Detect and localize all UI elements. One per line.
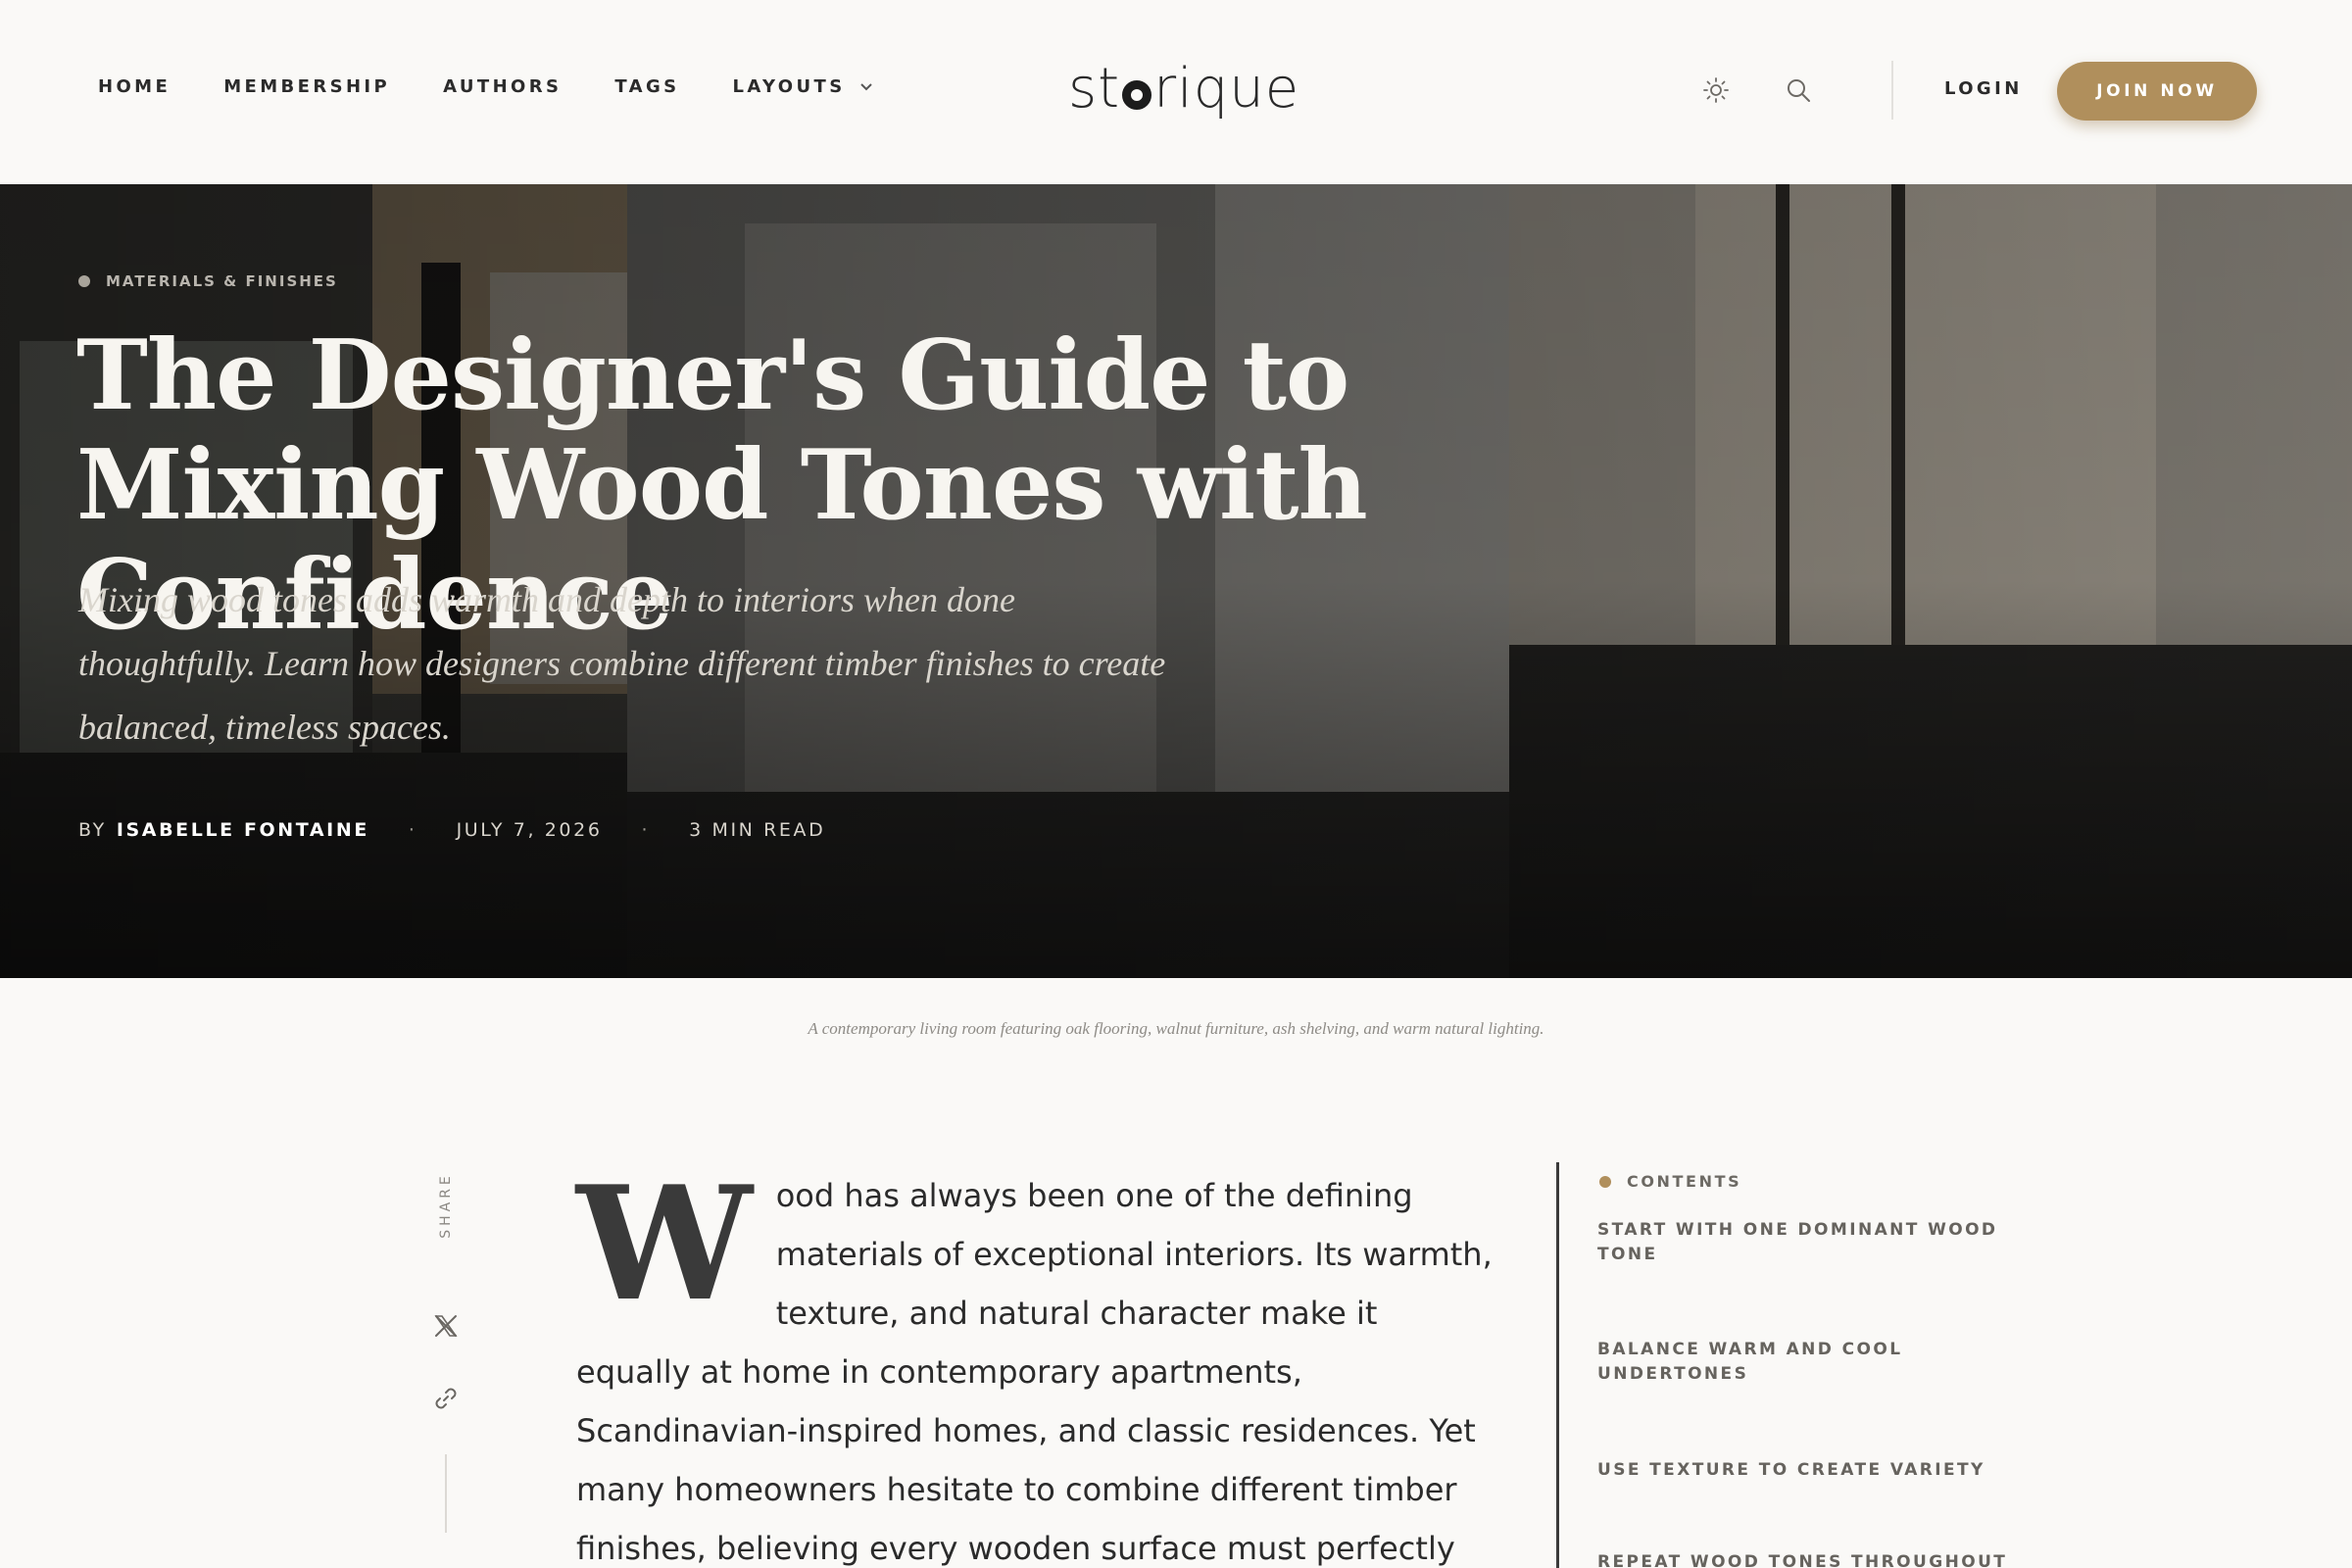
nav-layouts[interactable]: LAYOUTS (733, 76, 873, 97)
login-link[interactable]: LOGIN (1944, 78, 2023, 99)
toc-dot (1599, 1175, 1611, 1188)
drop-cap: W (576, 1152, 753, 1336)
site-header: HOME MEMBERSHIP AUTHORS TAGS LAYOUTS st … (0, 0, 2352, 184)
hero-banner: MATERIALS & FINISHES The Designer's Guid… (0, 184, 2352, 978)
nav-tags[interactable]: TAGS (614, 76, 679, 97)
main-nav: HOME MEMBERSHIP AUTHORS TAGS LAYOUTS (98, 76, 926, 97)
sun-icon[interactable] (1701, 75, 1731, 105)
logo-text-end: rique (1153, 57, 1300, 121)
toc-item[interactable]: USE TEXTURE TO CREATE VARIETY (1597, 1458, 2009, 1483)
share-rail-line (445, 1454, 447, 1533)
meta-separator: · (408, 819, 417, 841)
tag-dot (78, 275, 90, 287)
logo-text-start: st (1068, 57, 1121, 121)
logo-ring-icon (1122, 79, 1152, 110)
category-tag-label: MATERIALS & FINISHES (106, 272, 338, 290)
search-icon[interactable] (1784, 75, 1813, 105)
nav-membership[interactable]: MEMBERSHIP (223, 76, 390, 97)
content-divider (1556, 1162, 1559, 1568)
nav-home[interactable]: HOME (98, 76, 171, 97)
category-tag[interactable]: MATERIALS & FINISHES (78, 272, 338, 290)
link-icon[interactable] (429, 1382, 463, 1415)
site-logo[interactable]: st rique (1068, 57, 1299, 121)
nav-layouts-label: LAYOUTS (732, 76, 846, 97)
header-divider (1891, 61, 1893, 120)
publish-date: JULY 7, 2026 (456, 819, 603, 841)
author-link[interactable]: ISABELLE FONTAINE (117, 819, 369, 841)
chevron-down-icon (859, 82, 873, 92)
toc-item[interactable]: START WITH ONE DOMINANT WOOD TONE (1597, 1218, 2009, 1267)
article-body: W ood has always been one of the definin… (576, 1152, 1497, 1568)
toc-item[interactable]: REPEAT WOOD TONES THROUGHOUT (1597, 1550, 2009, 1568)
toc-item[interactable]: BALANCE WARM AND COOL UNDERTONES (1597, 1338, 2009, 1387)
share-label: SHARE (431, 1166, 461, 1245)
byline-prefix: BY (78, 819, 107, 841)
toc-heading: CONTENTS (1599, 1172, 1741, 1191)
nav-authors[interactable]: AUTHORS (443, 76, 562, 97)
meta-separator: · (641, 819, 651, 841)
read-time: 3 MIN READ (689, 819, 826, 841)
article-subtitle: Mixing wood tones adds warmth and depth … (78, 580, 1166, 747)
article-meta: BY ISABELLE FONTAINE · JULY 7, 2026 · 3 … (78, 819, 825, 841)
join-now-button[interactable]: JOIN NOW (2057, 62, 2257, 121)
x-icon[interactable] (429, 1309, 463, 1343)
image-caption: A contemporary living room featuring oak… (808, 1019, 1544, 1038)
toc-heading-label: CONTENTS (1627, 1172, 1742, 1191)
share-label-text: SHARE (438, 1172, 455, 1239)
